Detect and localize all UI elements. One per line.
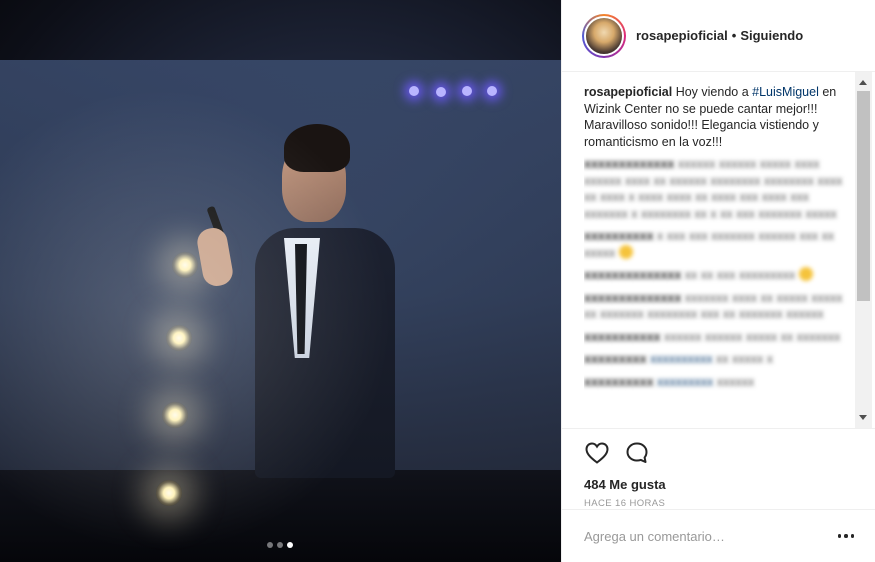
post-actions: 484 Me gusta HACE 16 HORAS bbox=[562, 428, 875, 509]
post-header: rosapepioficial • Siguiendo bbox=[562, 0, 875, 72]
avatar[interactable] bbox=[584, 15, 624, 56]
story-ring[interactable] bbox=[582, 13, 626, 58]
blurred-comment: xxxxxxxxxxx xxxxxx xxxxxx xxxxx xx xxxxx… bbox=[584, 329, 841, 344]
post-photo[interactable] bbox=[0, 0, 561, 562]
carousel-indicator bbox=[267, 542, 293, 548]
comment-input[interactable]: Agrega un comentario… bbox=[584, 529, 838, 544]
scroll-thumb[interactable] bbox=[857, 91, 870, 301]
header-username[interactable]: rosapepioficial bbox=[636, 28, 728, 43]
carousel-dot bbox=[267, 542, 273, 548]
comments-scrollbar[interactable] bbox=[855, 72, 872, 428]
light-haze bbox=[0, 0, 561, 562]
caption-hashtag[interactable]: #LuisMiguel bbox=[752, 85, 819, 99]
comment-bubble-icon[interactable] bbox=[624, 440, 650, 466]
blurred-comment: xxxxxxxxx xxxxxxxxxx xx xxxxx x bbox=[584, 352, 773, 366]
comments-list[interactable]: rosapepioficial Hoy viendo a #LuisMiguel… bbox=[584, 84, 850, 426]
post-timestamp[interactable]: HACE 16 HORAS bbox=[584, 498, 854, 509]
more-options-icon[interactable] bbox=[837, 534, 854, 538]
carousel-dot bbox=[277, 542, 283, 548]
blurred-comment: xxxxxxxxxxxxx xxxxxx xxxxxx xxxxx xxxx x… bbox=[584, 157, 843, 221]
blurred-comment: xxxxxxxxxxxxxx xxxxxxx xxxx xx xxxxx xxx… bbox=[584, 290, 843, 322]
post-side-panel: rosapepioficial • Siguiendo rosapepiofic… bbox=[561, 0, 875, 562]
blurred-comment: xxxxxxxxxx x xxx xxx xxxxxxx xxxxxx xxx … bbox=[584, 229, 835, 260]
add-comment-bar: Agrega un comentario… bbox=[562, 509, 875, 562]
carousel-dot-active bbox=[287, 542, 293, 548]
header-separator: • bbox=[731, 28, 737, 43]
scroll-up-arrow-icon[interactable] bbox=[859, 80, 867, 85]
scroll-down-arrow-icon[interactable] bbox=[859, 415, 867, 420]
caption-text: Hoy viendo a bbox=[672, 85, 753, 99]
caption-username[interactable]: rosapepioficial bbox=[584, 85, 672, 99]
caption: rosapepioficial Hoy viendo a #LuisMiguel… bbox=[584, 84, 850, 150]
heart-icon[interactable] bbox=[584, 440, 610, 466]
blurred-comment: xxxxxxxxxxxxxx xx xx xxx xxxxxxxxx bbox=[584, 267, 850, 284]
blurred-comment: xxxxxxxxxx xxxxxxxxx xxxxxx bbox=[584, 374, 755, 389]
follow-status[interactable]: Siguiendo bbox=[740, 28, 803, 43]
likes-count[interactable]: 484 Me gusta bbox=[584, 477, 854, 492]
